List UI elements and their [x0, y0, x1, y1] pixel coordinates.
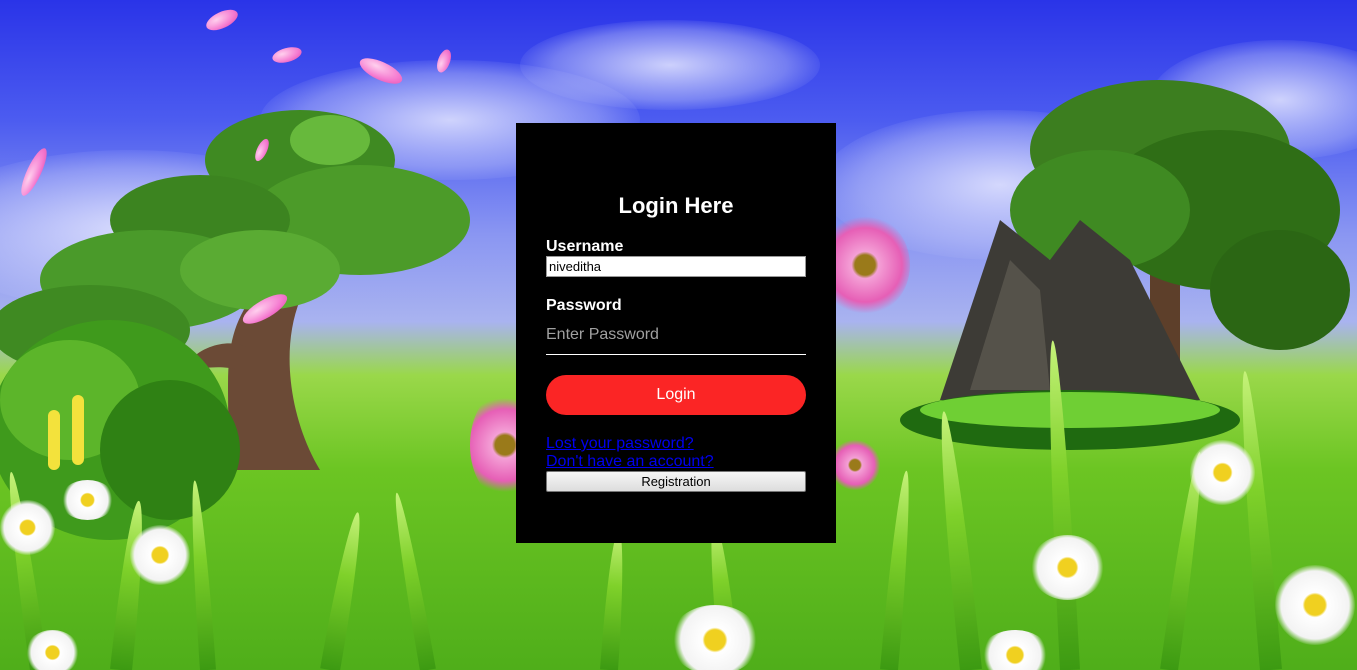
falling-petal	[203, 5, 241, 35]
password-label: Password	[546, 297, 622, 314]
username-label: Username	[546, 238, 624, 255]
daisy-flower	[670, 605, 760, 670]
daisy-flower	[0, 500, 55, 555]
login-title: Login Here	[618, 193, 734, 218]
right-tree-rock-illustration	[900, 80, 1350, 450]
grass-blade	[600, 529, 628, 670]
username-input[interactable]	[546, 256, 806, 277]
login-button[interactable]: Login	[546, 375, 806, 415]
daisy-flower	[60, 480, 115, 520]
daisy-flower	[1030, 535, 1105, 600]
daisy-flower	[980, 630, 1050, 670]
grass-blade	[388, 491, 436, 670]
no-account-link[interactable]: Don't have an account?	[546, 453, 806, 471]
pink-flower	[830, 440, 880, 490]
login-panel: Login Here Username Password Login Lost …	[516, 123, 836, 543]
password-input[interactable]	[546, 315, 806, 355]
grass-blade	[880, 469, 916, 670]
falling-petal	[270, 44, 304, 66]
grass-blade	[320, 510, 368, 670]
cloud	[520, 20, 820, 110]
daisy-flower	[1275, 565, 1355, 645]
lost-password-link[interactable]: Lost your password?	[546, 435, 806, 453]
daisy-flower	[1190, 440, 1255, 505]
daisy-flower	[130, 525, 190, 585]
registration-button[interactable]: Registration	[546, 471, 806, 492]
daisy-flower	[25, 630, 80, 670]
